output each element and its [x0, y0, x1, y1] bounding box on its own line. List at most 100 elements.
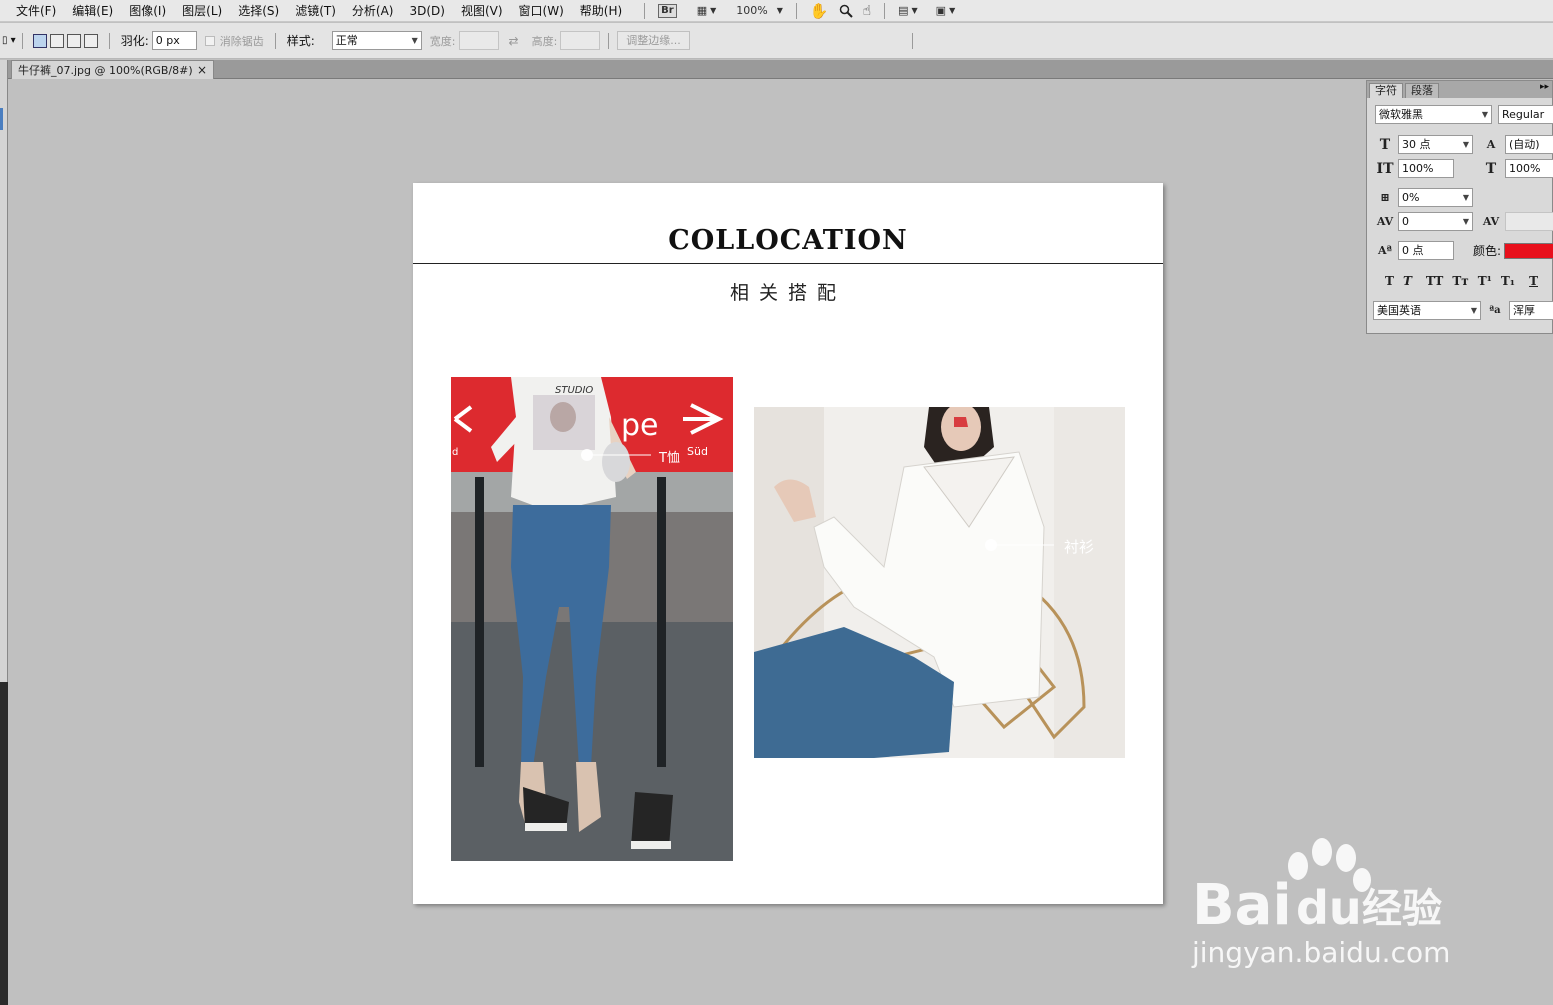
screen-mode-icon: ▣	[935, 4, 947, 17]
rotate-hand-icon: ☝	[862, 2, 872, 19]
chevron-down-icon: ▼	[1481, 110, 1488, 119]
antialias-icon: ªa	[1489, 305, 1501, 316]
refine-edge-button: 调整边缘...	[617, 31, 690, 50]
kerning-select	[1505, 212, 1553, 231]
watermark-suffix: 经验	[1362, 886, 1442, 932]
screen-mode-button[interactable]: ▣ ▼	[931, 4, 961, 17]
baidu-watermark: Bai du 经验 jingyan.baidu.com	[1190, 838, 1490, 978]
menu-help[interactable]: 帮助(H)	[572, 0, 630, 22]
magnifier-icon	[839, 4, 853, 18]
antialias-checkbox[interactable]	[204, 35, 215, 46]
font-size-select[interactable]: 30 点 ▼	[1398, 135, 1473, 154]
document-canvas[interactable]: COLLOCATION 相关搭配 STUDIO pe Süd d T恤 衬衫	[413, 183, 1163, 904]
style-select[interactable]: 正常 ▼	[331, 31, 422, 50]
leading-select[interactable]: (自动)	[1505, 135, 1553, 154]
baidu-paw-logo: Bai du 经验 jingyan.baidu.com	[1191, 838, 1450, 969]
menubar-separator	[795, 2, 797, 19]
optbar-separator	[108, 32, 110, 49]
menu-3d[interactable]: 3D(D)	[401, 0, 452, 22]
title-rule	[413, 263, 1163, 264]
zoom-tool-button[interactable]	[834, 4, 858, 18]
screen-layout-icon: ▦	[696, 4, 708, 17]
chevron-down-icon: ▼	[911, 6, 918, 15]
small-caps-button[interactable]: Tт	[1452, 274, 1468, 288]
menu-analysis[interactable]: 分析(A)	[344, 0, 402, 22]
page-title: COLLOCATION	[668, 225, 908, 256]
underline-button[interactable]: T	[1529, 274, 1538, 288]
vertical-scale-input[interactable]: 100%	[1398, 159, 1454, 178]
width-label: 宽度:	[429, 34, 456, 48]
chevron-down-icon: ▼	[710, 6, 717, 15]
style-select-value: 正常	[335, 34, 358, 47]
page-subtitle: 相关搭配	[729, 282, 846, 304]
language-select[interactable]: 美国英语 ▼	[1373, 301, 1481, 320]
toolbox-handle[interactable]	[0, 108, 3, 130]
photo-sign-left: d	[452, 447, 458, 458]
photo-jeans-model: STUDIO pe Süd d T恤	[451, 377, 733, 861]
baseline-shift-input[interactable]: 0 点	[1398, 241, 1454, 260]
watermark-url: jingyan.baidu.com	[1191, 936, 1450, 969]
toolbox-strip	[0, 60, 8, 1005]
menu-image[interactable]: 图像(I)	[121, 0, 174, 22]
rotate-view-button[interactable]: ☝	[858, 3, 877, 19]
faux-bold-button[interactable]: T	[1385, 274, 1394, 288]
menu-select[interactable]: 选择(S)	[230, 0, 287, 22]
menu-edit[interactable]: 编辑(E)	[64, 0, 121, 22]
menu-bar: 文件(F) 编辑(E) 图像(I) 图层(L) 选择(S) 滤镜(T) 分析(A…	[0, 0, 1553, 22]
font-family-value: 微软雅黑	[1379, 108, 1423, 121]
zoom-level-dropdown[interactable]: 100% ▼	[731, 4, 788, 17]
arrange-documents-button[interactable]: ▤ ▼	[893, 4, 923, 17]
photo-sign-text: pe	[621, 408, 659, 443]
intersect-selection-icon[interactable]	[83, 33, 98, 48]
menu-window[interactable]: 窗口(W)	[511, 0, 572, 22]
chevron-down-icon: ▼	[1462, 140, 1469, 149]
kerning-icon: AV	[1482, 215, 1500, 228]
add-to-selection-icon[interactable]	[49, 33, 64, 48]
style-label: 样式:	[286, 34, 315, 48]
feather-input[interactable]: 0 px	[151, 31, 197, 50]
superscript-button[interactable]: T¹	[1478, 274, 1492, 288]
font-style-select[interactable]: Regular	[1498, 105, 1553, 124]
document-tab-title: 牛仔裤_07.jpg @ 100%(RGB/8#)	[18, 64, 193, 77]
horizontal-scale-input[interactable]: 100%	[1505, 159, 1553, 178]
close-icon[interactable]: ×	[197, 63, 207, 77]
menu-layer[interactable]: 图层(L)	[174, 0, 230, 22]
hand-tool-button[interactable]: ✋	[805, 2, 834, 20]
tool-preset-picker[interactable]: ▯ ▾	[2, 35, 16, 46]
optbar-separator	[21, 32, 23, 49]
menu-filter[interactable]: 滤镜(T)	[287, 0, 344, 22]
optbar-separator	[608, 32, 610, 49]
tab-paragraph[interactable]: 段落	[1405, 83, 1439, 98]
color-swatch[interactable]	[1504, 242, 1553, 259]
faux-italic-button[interactable]: T	[1403, 274, 1412, 288]
chevron-down-icon: ▼	[1462, 217, 1469, 226]
baseline-shift-icon: Aª	[1378, 244, 1392, 257]
antialias-select[interactable]: 浑厚	[1509, 301, 1553, 320]
subtract-selection-icon[interactable]	[66, 33, 81, 48]
bridge-button[interactable]: Br	[653, 3, 682, 18]
new-selection-icon[interactable]	[32, 33, 47, 48]
options-bar: ▯ ▾ 羽化: 0 px 消除锯齿 样式: 正常 ▼ 宽度: ⇄ 高度: 调整边缘…	[0, 23, 1553, 59]
character-panel: 字符 段落 ▸▸ 微软雅黑 ▼ Regular T 30 点 ▼ A (自动) IT…	[1366, 80, 1553, 334]
chevron-down-icon: ▼	[411, 36, 418, 45]
chevron-down-icon: ▼	[1470, 306, 1477, 315]
menu-file[interactable]: 文件(F)	[8, 0, 64, 22]
horizontal-scale-icon: T	[1485, 160, 1497, 177]
photo-shirt-model: 衬衫	[754, 407, 1125, 758]
subscript-button[interactable]: T₁	[1501, 274, 1515, 288]
panel-menu-icon[interactable]: ▸▸	[1540, 82, 1549, 92]
watermark-brand2: du	[1296, 881, 1362, 935]
height-input	[560, 31, 601, 50]
tab-character[interactable]: 字符	[1369, 83, 1403, 98]
menu-view[interactable]: 视图(V)	[453, 0, 511, 22]
view-extras-button[interactable]: ▦ ▼	[692, 4, 722, 17]
chevron-down-icon: ▼	[776, 6, 783, 15]
document-tab[interactable]: 牛仔裤_07.jpg @ 100%(RGB/8#) ×	[11, 60, 214, 79]
tracking-select[interactable]: 0 ▼	[1398, 212, 1473, 231]
tsume-select[interactable]: 0% ▼	[1398, 188, 1473, 207]
toolbox-lower	[0, 682, 8, 1005]
all-caps-button[interactable]: TT	[1426, 274, 1443, 288]
font-family-select[interactable]: 微软雅黑 ▼	[1375, 105, 1492, 124]
leading-icon: A	[1486, 138, 1496, 151]
jeans-model-illustration: STUDIO pe Süd d T恤	[451, 377, 733, 861]
